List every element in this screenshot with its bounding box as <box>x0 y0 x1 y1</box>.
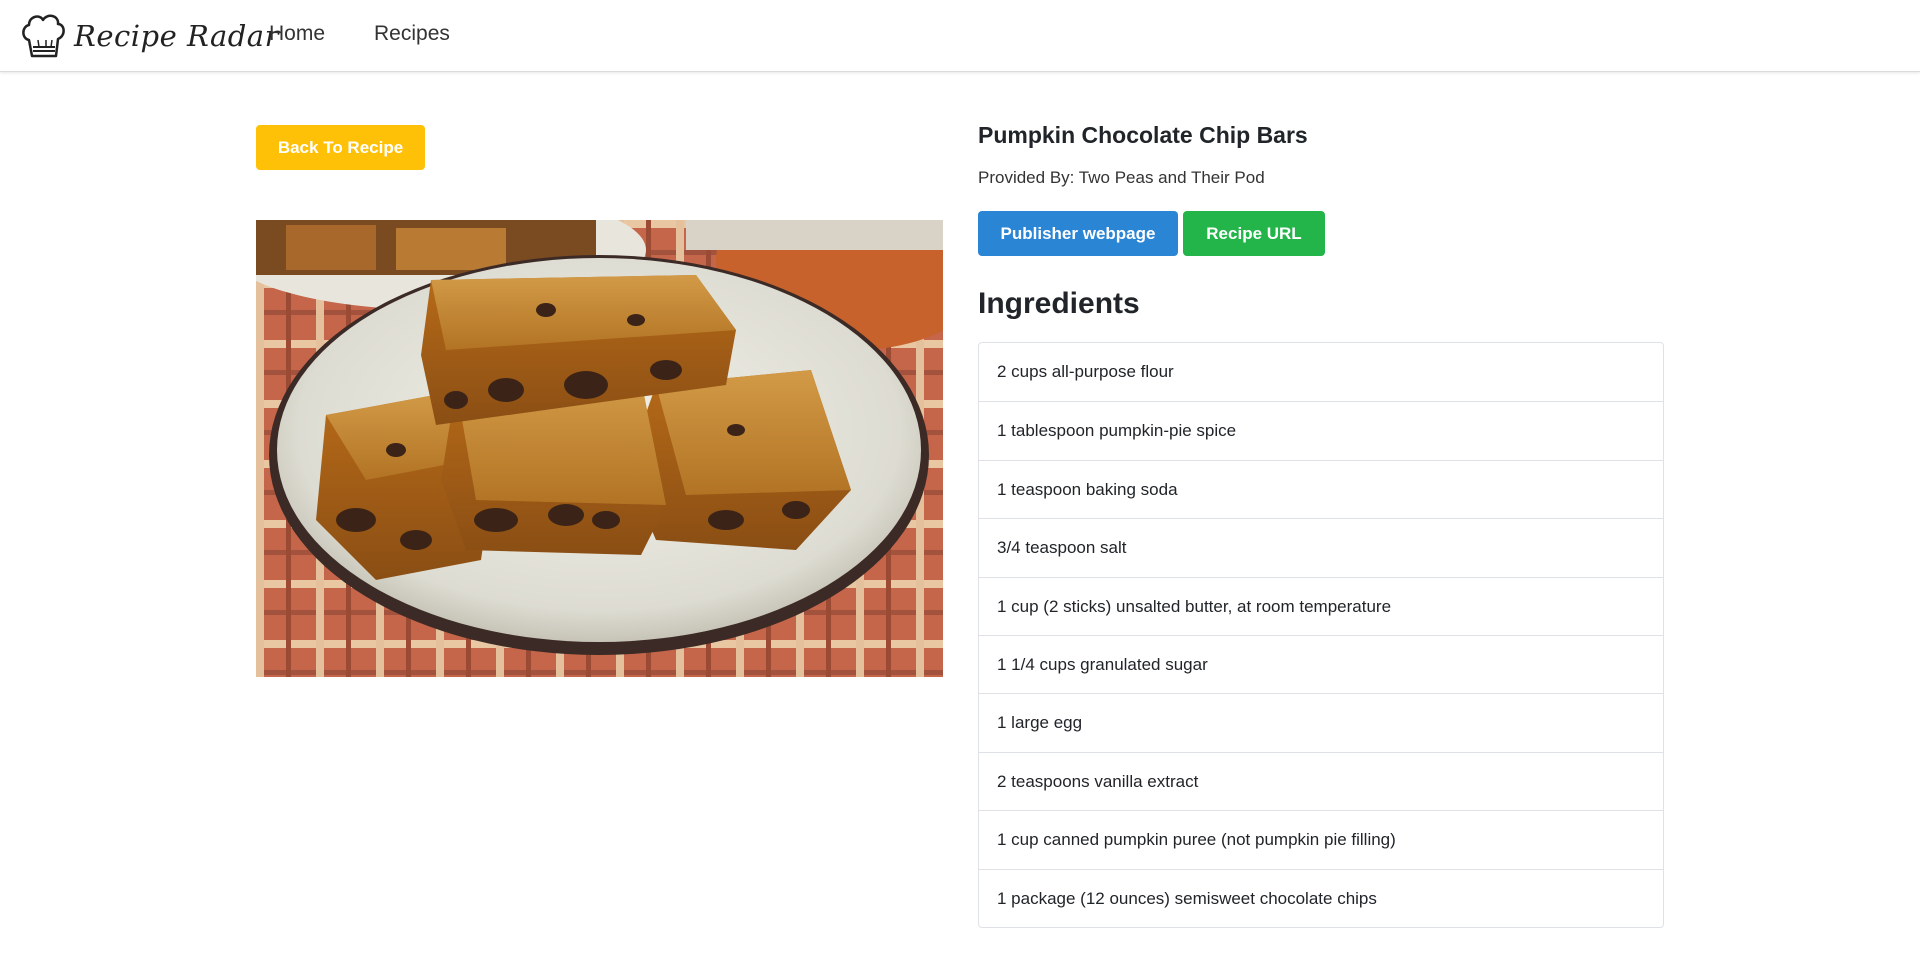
ingredient-item: 1 cup canned pumpkin puree (not pumpkin … <box>979 810 1663 868</box>
recipe-url-button[interactable]: Recipe URL <box>1183 211 1325 256</box>
back-to-recipe-button[interactable]: Back To Recipe <box>256 125 425 170</box>
ingredient-item: 2 teaspoons vanilla extract <box>979 751 1663 810</box>
ingredient-item: 3/4 teaspoon salt <box>979 518 1663 576</box>
provided-by-text: Provided By: Two Peas and Their Pod <box>978 168 1265 187</box>
brand-logo[interactable]: Recipe Radar <box>20 0 279 72</box>
ingredient-item: 1 teaspoon baking soda <box>979 459 1663 518</box>
ingredient-item: 1 tablespoon pumpkin-pie spice <box>979 401 1663 459</box>
ingredient-item: 1 package (12 ounces) semisweet chocolat… <box>979 868 1663 927</box>
brand-name: Recipe Radar <box>74 18 279 53</box>
pumpkin-bars-image <box>256 220 943 677</box>
ingredient-item: 1 cup (2 sticks) unsalted butter, at roo… <box>979 576 1663 635</box>
ingredient-item: 2 cups all-purpose flour <box>997 362 1174 381</box>
publisher-webpage-button[interactable]: Publisher webpage <box>978 211 1178 256</box>
ingredients-heading: Ingredients <box>978 287 1140 320</box>
recipe-title: Pumpkin Chocolate Chip Bars <box>978 122 1308 148</box>
ingredient-item: 1 large egg <box>979 693 1663 751</box>
nav-home-link[interactable]: Home <box>269 22 325 46</box>
ingredient-item: 1 1/4 cups granulated sugar <box>979 634 1663 693</box>
navbar: Recipe Radar Home Recipes <box>0 0 1920 72</box>
ingredients-list: 2 cups all-purpose flour 1 tablespoon pu… <box>978 342 1664 928</box>
chef-hat-icon <box>22 14 65 57</box>
nav-recipes-link[interactable]: Recipes <box>374 22 450 46</box>
recipe-photo <box>256 220 943 677</box>
